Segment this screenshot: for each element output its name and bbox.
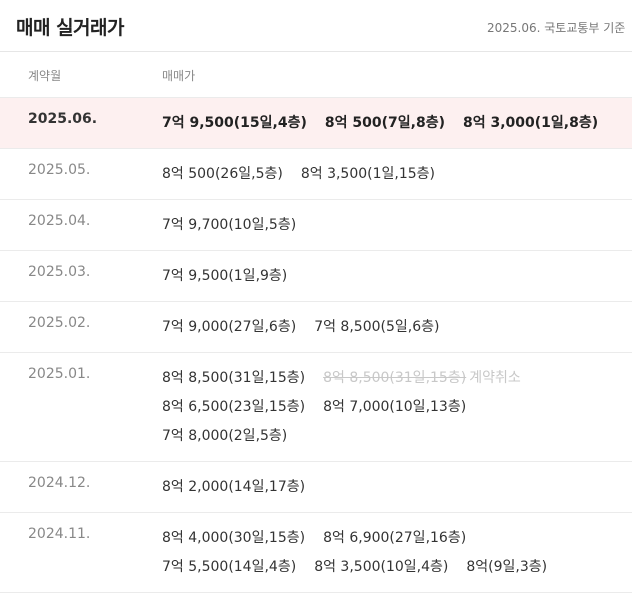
contract-month: 2025.04. [28,213,91,229]
cancel-label: 계약취소 [469,370,521,386]
table-row: 2025.04. 7억 9,700(10일,5층) [0,200,632,251]
deal-price: 8억 3,000(1일,8층) [462,115,599,131]
deal-list: 7억 9,700(10일,5층) [162,211,622,240]
table-row: 2025.05. 8억 500(26일,5층) 8억 3,500(1일,15층) [0,149,632,200]
deal-line: 7억 8,000(2일,5층) [162,422,622,451]
deal-price: 8억 500(7일,8층) [324,115,445,131]
deal-line: 8억 500(26일,5층) 8억 3,500(1일,15층) [162,160,622,189]
deal-list: 7억 9,000(27일,6층) 7억 8,500(5일,6층) [162,313,622,342]
deal-list: 7억 9,500(1일,9층) [162,262,622,291]
contract-month: 2025.01. [28,366,91,382]
table-row: 2025.03. 7억 9,500(1일,9층) [0,251,632,302]
deal-list: 7억 9,500(15일,4층) 8억 500(7일,8층) 8억 3,000(1일… [162,109,622,138]
contract-month: 2025.06. [28,111,98,127]
table-header: 계약월 매매가 [0,52,632,98]
contract-month: 2025.03. [28,264,91,280]
deal-list: 8억 4,000(30일,15층) 8억 6,900(27일,16층) 7억 5,5… [162,524,622,582]
deal-price: 7억 9,000(27일,6층) [162,319,297,335]
section-title: 매매 실거래가 [16,17,125,39]
deal-price: 8억 6,500(23일,15층) [162,399,306,415]
contract-month: 2025.05. [28,162,91,178]
deal-price: 7억 9,700(10일,5층) [162,217,297,233]
contract-month: 2024.11. [28,526,91,542]
deal-price: 8억 4,000(30일,15층) [162,530,306,546]
deal-line: 7억 9,700(10일,5층) [162,211,622,240]
deal-price: 8억 3,500(1일,15층) [300,166,436,182]
deal-price: 8억(9일,3층) [466,559,548,575]
deal-list: 8억 500(26일,5층) 8억 3,500(1일,15층) [162,160,622,189]
column-header-month: 계약월 [28,69,62,83]
column-header-price: 매매가 [162,69,196,83]
contract-month: 2025.02. [28,315,91,331]
deal-price: 8억 8,500(31일,15층) [162,370,306,386]
deal-list: 8억 2,000(14일,17층) [162,473,622,502]
table-row: 2024.12. 8억 2,000(14일,17층) [0,462,632,513]
table-row: 2024.11. 8억 4,000(30일,15층) 8억 6,900(27일,16… [0,513,632,593]
transaction-table: 2025.06. 7억 9,500(15일,4층) 8억 500(7일,8층) 8억 … [0,98,632,593]
cancelled-deal: 8억 8,500(31일,15층) [323,370,467,386]
deal-line: 8억 8,500(31일,15층) 8억 8,500(31일,15층) 계약취소 [162,364,622,393]
table-row: 2025.01. 8억 8,500(31일,15층) 8억 8,500(31일,15… [0,353,632,462]
deal-price: 7억 8,500(5일,6층) [314,319,440,335]
section-header: 매매 실거래가 2025.06. 국토교통부 기준 [0,0,632,52]
deal-line: 7억 9,500(1일,9층) [162,262,622,291]
contract-month: 2024.12. [28,475,91,491]
deal-line: 7억 9,000(27일,6층) 7억 8,500(5일,6층) [162,313,622,342]
table-row: 2025.02. 7억 9,000(27일,6층) 7억 8,500(5일,6층) [0,302,632,353]
deal-price: 8억 500(26일,5층) [162,166,283,182]
deal-line: 8억 2,000(14일,17층) [162,473,622,502]
deal-price: 7억 9,500(1일,9층) [162,268,288,284]
deal-line: 7억 5,500(14일,4층) 8억 3,500(10일,4층) 8억(9일,3층… [162,553,622,582]
deal-price: 8억 2,000(14일,17층) [162,479,306,495]
deal-list: 8억 8,500(31일,15층) 8억 8,500(31일,15층) 계약취소 8억… [162,364,622,451]
deal-price: 7억 9,500(15일,4층) [162,115,307,131]
deal-line: 8억 6,500(23일,15층) 8억 7,000(10일,13층) [162,393,622,422]
deal-line: 7억 9,500(15일,4층) 8억 500(7일,8층) 8억 3,000(1일… [162,109,622,138]
deal-price: 7억 5,500(14일,4층) [162,559,297,575]
deal-line: 8억 4,000(30일,15층) 8억 6,900(27일,16층) [162,524,622,553]
deal-price: 8억 3,500(10일,4층) [314,559,449,575]
deal-price: 7억 8,000(2일,5층) [162,428,288,444]
deal-price: 8억 7,000(10일,13층) [323,399,467,415]
deal-price: 8억 6,900(27일,16층) [323,530,467,546]
data-source-note: 2025.06. 국토교통부 기준 [487,21,626,35]
table-row: 2025.06. 7억 9,500(15일,4층) 8억 500(7일,8층) 8억 … [0,98,632,149]
